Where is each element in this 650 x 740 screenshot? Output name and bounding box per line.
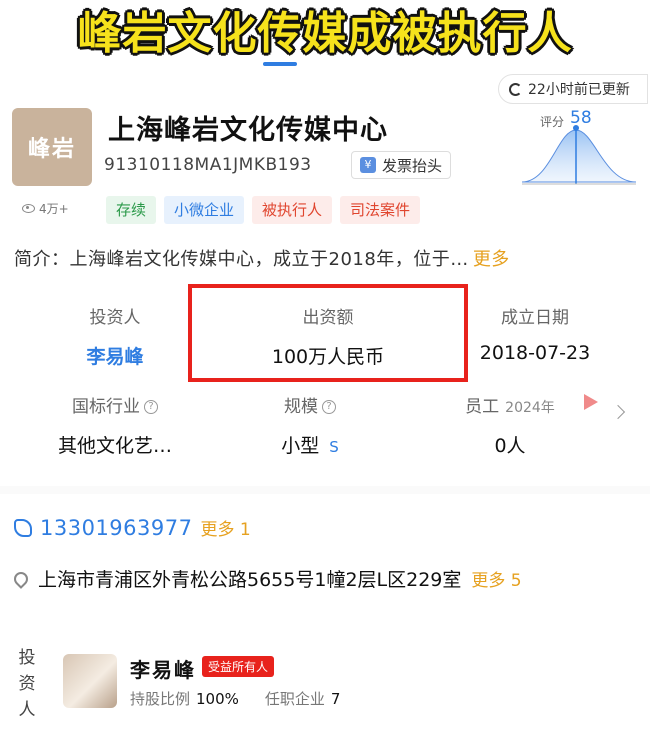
phone-number[interactable]: 13301963977 [40,516,192,540]
positions-label: 任职企业 [264,690,325,708]
section-divider [0,486,650,494]
invoice-icon: ¥ [360,157,376,173]
industry-label: 国标行业 [72,397,140,417]
investor-field: 投资人 李易峰 [60,303,170,369]
company-name: 上海峰岩文化传媒中心 [108,115,388,146]
red-highlight-box [188,284,468,382]
credit-code: 91310118MA1JMKB193 [104,155,312,175]
company-intro[interactable]: 简介：上海峰岩文化传媒中心，成立于2018年，位于… 更多 [14,245,510,271]
investor-name[interactable]: 李易峰 [130,654,196,683]
investor-section-label: 投资人 [18,648,36,720]
eye-icon [22,204,35,213]
investor-holding: 持股比例 100% 任职企业 7 [130,688,340,709]
tag-small-micro[interactable]: 小微企业 [164,196,245,224]
company-logo: 峰岩 [12,108,92,186]
employees-year: 2024年 [505,400,555,416]
view-count-text: 4万+ [39,202,69,216]
scale-badge: S [329,438,339,456]
address-text: 上海市青浦区外青松公路5655号1幢2层L区229室 [38,569,462,591]
address-more-link[interactable]: 更多 5 [471,566,521,591]
scale-field[interactable]: 规模? 小型 S [250,392,370,458]
positions-value: 7 [330,690,341,708]
invoice-title-label: 发票抬头 [382,156,443,175]
scale-label: 规模 [284,397,318,417]
invoice-title-button[interactable]: ¥ 发票抬头 [351,151,452,179]
score-bell-curve [521,129,637,183]
tag-judgment-debtor[interactable]: 被执行人 [252,196,333,224]
intro-more-link[interactable]: 更多 [473,249,510,270]
score-value: 58 [570,108,592,128]
tag-active[interactable]: 存续 [106,196,157,224]
score-label: 评分 [540,115,565,129]
phone-more-link[interactable]: 更多 1 [200,515,250,540]
founded-field: 成立日期 2018-07-23 [470,303,600,364]
phone-row[interactable]: 13301963977 更多 1 [14,515,251,540]
employees-label: 员工 [465,397,500,417]
avatar[interactable] [63,654,117,708]
holding-value: 100% [196,690,239,708]
phone-icon [14,518,32,537]
update-status-button[interactable]: 22小时前已更新 [498,74,648,104]
status-tags: 存续 小微企业 被执行人 司法案件 [106,196,421,224]
beneficial-owner-badge: 受益所有人 [202,656,275,677]
tag-judicial-cases[interactable]: 司法案件 [340,196,421,224]
play-icon[interactable] [584,394,598,410]
refresh-icon [509,82,522,96]
location-pin-icon [11,568,31,589]
industry-field[interactable]: 国标行业? 其他文化艺… [40,392,190,458]
industry-value: 其他文化艺… [57,435,172,457]
holding-label: 持股比例 [130,690,191,708]
investor-label: 投资人 [89,308,141,328]
scale-value: 小型 [281,435,320,457]
headline-caption: 峰岩文化传媒成被执行人 [77,8,573,59]
chevron-right-icon[interactable] [610,404,626,420]
help-icon[interactable]: ? [322,400,336,414]
address-row[interactable]: 上海市青浦区外青松公路5655号1幢2层L区229室 更多 5 [11,565,522,592]
update-status-text: 22小时前已更新 [528,82,630,98]
tab-indicator [263,62,297,66]
intro-text: 上海峰岩文化传媒中心，成立于2018年，位于… [69,249,469,270]
intro-label: 简介： [14,249,70,270]
founded-value: 2018-07-23 [479,342,591,364]
help-icon[interactable]: ? [144,400,158,414]
employees-value: 0人 [494,435,526,457]
view-count: 4万+ [22,200,69,217]
employees-field[interactable]: 员工 2024年 0人 [440,392,580,458]
investor-link[interactable]: 李易峰 [60,342,170,369]
founded-label: 成立日期 [501,308,569,328]
